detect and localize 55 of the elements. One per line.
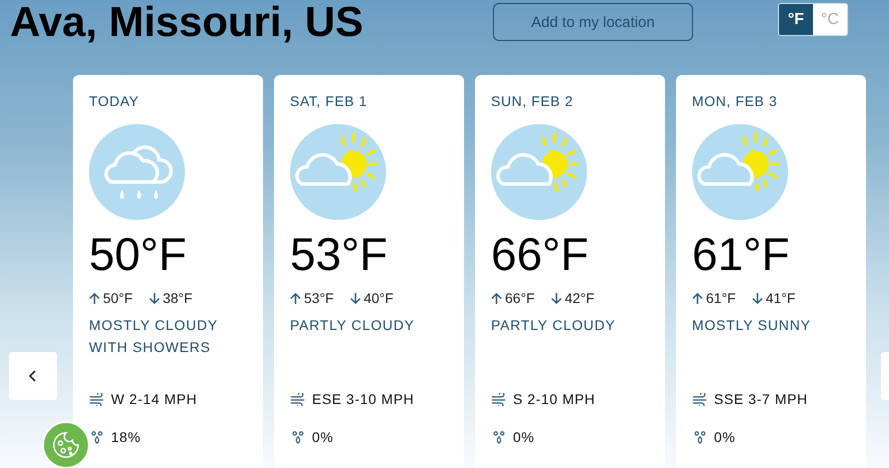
temperature: 66°F [491,228,590,280]
cloud-rain-icon [89,124,185,220]
wind-icon [491,392,507,406]
location-title: Ava, Missouri, US [10,0,364,44]
low-temperature: 42°F [564,290,594,306]
high-temperature: 66°F [505,290,535,306]
day-label: SAT, FEB 1 [290,93,368,111]
arrow-up-icon [692,292,703,304]
chevron-left-icon [28,368,38,384]
arrow-up-icon [290,292,301,304]
unit-option[interactable]: °F [779,4,813,35]
wind-speed: ESE 3-10 MPH [312,391,414,407]
low-temperature: 38°F [162,290,192,306]
arrow-up-icon [89,292,100,304]
temperature: 50°F [89,228,188,280]
high-temperature: 50°F [103,290,133,306]
wind-speed: SSE 3-7 MPH [714,391,808,407]
low-temperature: 41°F [766,290,796,306]
precipitation-chance: 18% [111,429,141,445]
partly-sunny-icon [290,124,386,220]
day-label: SUN, FEB 2 [491,93,574,111]
condition-text: PARTLY CLOUDY [290,316,416,335]
day-label: TODAY [89,93,140,111]
arrow-down-icon [550,292,562,304]
arrow-down-icon [148,292,160,304]
condition-text: MOSTLY CLOUDY WITH SHOWERS [89,316,219,357]
precipitation-chance: 0% [513,429,534,445]
high-temperature: 53°F [304,290,334,306]
wind-speed: S 2-10 MPH [513,391,596,407]
wind-icon [290,392,306,406]
partly-sunny-icon [692,124,788,220]
low-temperature: 40°F [364,290,394,306]
temperature: 61°F [692,228,791,280]
add-location-button[interactable]: Add to my location [493,3,693,41]
wind-icon [692,392,708,406]
precipitation-chance: 0% [714,429,736,445]
cookie-icon [52,431,80,459]
previous-button[interactable] [9,352,57,400]
precipitation-chance: 0% [312,429,334,445]
raindrops-icon [89,430,105,444]
day-label: MON, FEB 3 [692,93,778,111]
condition-text: MOSTLY SUNNY [692,316,812,335]
condition-text: PARTLY CLOUDY [491,316,617,335]
high-temperature: 61°F [706,290,736,306]
raindrops-icon [290,430,306,444]
arrow-up-icon [491,292,502,304]
arrow-down-icon [350,292,361,304]
raindrops-icon [491,430,507,444]
wind-speed: W 2-14 MPH [111,391,198,407]
raindrops-icon [692,430,708,444]
arrow-down-icon [752,292,763,304]
temperature: 53°F [290,228,389,280]
partly-sunny-icon [491,124,587,220]
unit-option[interactable]: °C [813,4,847,35]
wind-icon [89,392,105,406]
